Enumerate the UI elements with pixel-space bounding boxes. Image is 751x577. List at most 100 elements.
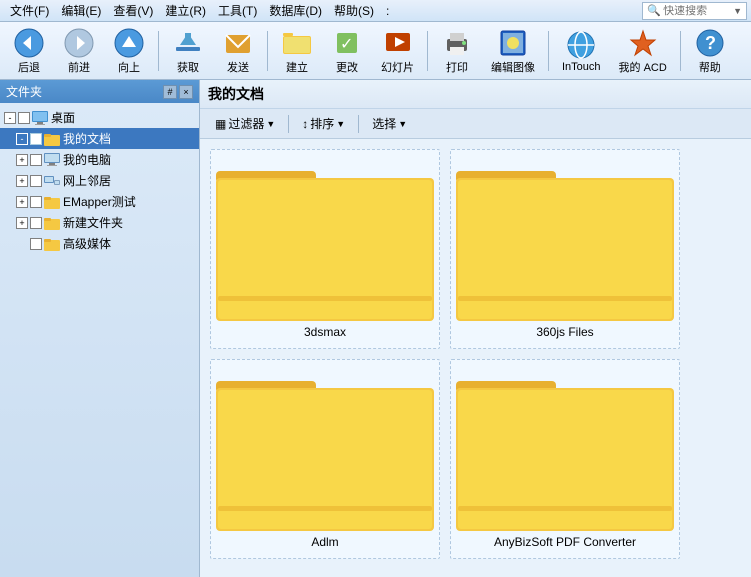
intouch-button[interactable]: InTouch (555, 25, 608, 77)
up-icon (113, 27, 145, 59)
sidebar-item-broadband[interactable]: 高级媒体 (0, 233, 199, 254)
modify-icon: ✓ (331, 27, 363, 59)
select-dropdown[interactable]: ▼ (398, 119, 407, 129)
tree-checkbox-mypc[interactable] (30, 154, 42, 166)
tree-toggle-desktop[interactable]: - (4, 112, 16, 124)
tree-toggle-mypc[interactable]: + (16, 154, 28, 166)
slideshow-button[interactable]: 幻灯片 (374, 23, 421, 79)
desktop-label: 桌面 (51, 109, 75, 126)
tree-checkbox-emapper[interactable] (30, 196, 42, 208)
filter-icon: ▦ (215, 117, 226, 131)
sort-button[interactable]: ↕ 排序 ▼ (295, 112, 352, 135)
mydocs-label: 我的文档 (63, 130, 111, 147)
tree-toggle-newfolder[interactable]: + (16, 217, 28, 229)
sidebar-close-button[interactable]: × (179, 85, 193, 99)
border-button[interactable]: 编辑图像 (484, 23, 542, 79)
menu-file[interactable]: 文件(F) (4, 0, 55, 21)
slideshow-label: 幻灯片 (381, 59, 414, 75)
search-icon: 🔍 (647, 4, 661, 17)
folder-360js-label: 360js Files (536, 325, 593, 339)
folder-3dsmax[interactable]: 3dsmax (210, 149, 440, 349)
select-label: 选择 (372, 115, 396, 132)
content-title: 我的文档 (200, 80, 751, 109)
sidebar-item-emapper[interactable]: + EMapper测试 (0, 191, 199, 212)
toolbar-sep-1 (158, 31, 159, 71)
menu-edit[interactable]: 编辑(E) (55, 0, 107, 21)
back-icon (13, 27, 45, 59)
back-button[interactable]: 后退 (6, 23, 52, 79)
mydocs-icon (44, 131, 60, 147)
folder-grid: 3dsmax 360js Files (200, 139, 751, 577)
search-box: 🔍 ▼ (642, 2, 747, 20)
tree-checkbox-mydocs[interactable] (30, 133, 42, 145)
intouch-label: InTouch (562, 61, 601, 73)
sidebar-pin-button[interactable]: # (163, 85, 177, 99)
print-button[interactable]: 打印 (434, 23, 480, 79)
tree-checkbox-newfolder[interactable] (30, 217, 42, 229)
sidebar-title: 文件夹 (6, 83, 42, 100)
menu-help[interactable]: 帮助(S) (328, 0, 380, 21)
svg-text:?: ? (705, 33, 716, 53)
menu-more[interactable]: : (380, 2, 395, 20)
sidebar-item-desktop[interactable]: - 桌面 (0, 107, 199, 128)
modify-button[interactable]: ✓ 更改 (324, 23, 370, 79)
tree-checkbox-broadband[interactable] (30, 238, 42, 250)
border-label: 编辑图像 (491, 59, 535, 75)
sidebar-header: 文件夹 # × (0, 80, 199, 103)
content-area: 我的文档 ▦ 过滤器 ▼ ↕ 排序 ▼ 选择 ▼ (200, 80, 751, 577)
folder-anybizsoft-label: AnyBizSoft PDF Converter (494, 535, 636, 549)
sidebar-item-network[interactable]: + 网上邻居 (0, 170, 199, 191)
emapper-label: EMapper测试 (63, 193, 136, 210)
print-label: 打印 (446, 59, 468, 75)
folder-adlm[interactable]: Adlm (210, 359, 440, 559)
content-toolbar: ▦ 过滤器 ▼ ↕ 排序 ▼ 选择 ▼ (200, 109, 751, 139)
newfolder-icon (44, 215, 60, 231)
search-dropdown-icon[interactable]: ▼ (733, 6, 742, 16)
sidebar: 文件夹 # × - 桌面 (0, 80, 200, 577)
folder-anybizsoft[interactable]: AnyBizSoft PDF Converter (450, 359, 680, 559)
forward-label: 前进 (68, 59, 90, 75)
build-button[interactable]: 建立 (274, 23, 320, 79)
menu-db[interactable]: 数据库(D) (263, 0, 328, 21)
search-input[interactable] (663, 5, 733, 17)
menu-build[interactable]: 建立(R) (159, 0, 212, 21)
acd-icon (627, 27, 659, 59)
folder-360js-icon (456, 156, 674, 321)
acd-button[interactable]: 我的 ACD (612, 23, 674, 79)
forward-button[interactable]: 前进 (56, 23, 102, 79)
tree-checkbox-desktop[interactable] (18, 112, 30, 124)
help-button[interactable]: ? 帮助 (687, 23, 733, 79)
up-button[interactable]: 向上 (106, 23, 152, 79)
sort-dropdown[interactable]: ▼ (336, 119, 345, 129)
sidebar-item-mypc[interactable]: + 我的电脑 (0, 149, 199, 170)
filter-dropdown[interactable]: ▼ (266, 119, 275, 129)
sidebar-item-mydocs[interactable]: - 我的文档 (0, 128, 199, 149)
slideshow-icon (382, 27, 414, 59)
sidebar-item-newfolder[interactable]: + 新建文件夹 (0, 212, 199, 233)
get-icon (172, 27, 204, 59)
filter-button[interactable]: ▦ 过滤器 ▼ (208, 112, 282, 135)
tree-toggle-mydocs[interactable]: - (16, 133, 28, 145)
send-label: 发送 (227, 59, 249, 75)
network-icon (44, 173, 60, 189)
tree-toggle-network[interactable]: + (16, 175, 28, 187)
folder-360js[interactable]: 360js Files (450, 149, 680, 349)
get-button[interactable]: 获取 (165, 23, 211, 79)
select-button[interactable]: 选择 ▼ (365, 112, 414, 135)
toolbar-sep-3 (427, 31, 428, 71)
toolbar-sep-4 (548, 31, 549, 71)
menu-tools[interactable]: 工具(T) (212, 0, 263, 21)
folder-3dsmax-label: 3dsmax (304, 325, 346, 339)
modify-label: 更改 (336, 59, 358, 75)
network-label: 网上邻居 (63, 172, 111, 189)
menu-view[interactable]: 查看(V) (107, 0, 159, 21)
send-button[interactable]: 发送 (215, 23, 261, 79)
tree-toggle-emapper[interactable]: + (16, 196, 28, 208)
help-icon: ? (694, 27, 726, 59)
content-sep-2 (358, 115, 359, 133)
forward-icon (63, 27, 95, 59)
desktop-icon (32, 110, 48, 126)
tree-checkbox-network[interactable] (30, 175, 42, 187)
mypc-label: 我的电脑 (63, 151, 111, 168)
help-label: 帮助 (699, 59, 721, 75)
